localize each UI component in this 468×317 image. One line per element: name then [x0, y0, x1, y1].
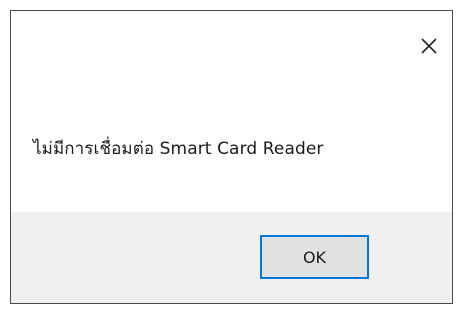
ok-button[interactable]: OK [260, 235, 369, 279]
close-icon [421, 38, 437, 54]
dialog-message: ไม่มีการเชื่อมต่อ Smart Card Reader [33, 139, 324, 159]
dialog-footer: OK [11, 212, 452, 303]
message-dialog: ไม่มีการเชื่อมต่อ Smart Card Reader OK [10, 10, 453, 304]
close-button[interactable] [418, 35, 440, 57]
